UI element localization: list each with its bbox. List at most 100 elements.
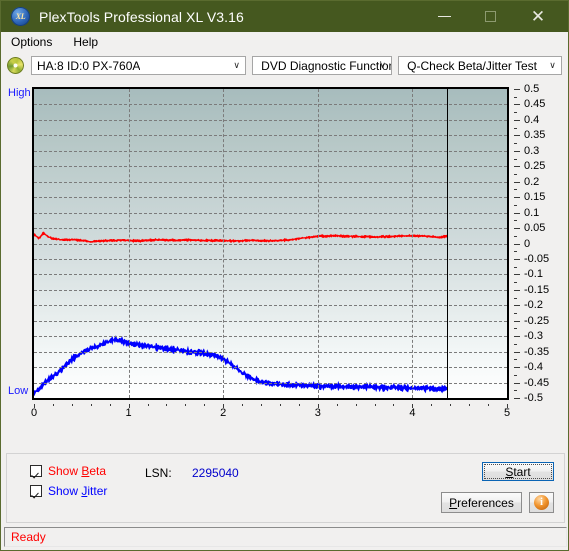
x-axis-tick-mark-minor	[52, 404, 54, 406]
y-axis-tick-mark	[514, 274, 520, 276]
drive-select-value: HA:8 ID:0 PX-760A	[37, 58, 141, 73]
x-axis-tick-label: 2	[220, 407, 227, 419]
y-axis-tick-mark	[514, 166, 520, 168]
start-button-inner: Start	[484, 464, 552, 479]
lsn-label: LSN:	[145, 466, 172, 480]
drive-select[interactable]: HA:8 ID:0 PX-760A ∨	[31, 56, 247, 75]
app-icon: XL	[11, 7, 30, 26]
x-axis-tick-mark	[223, 404, 225, 408]
y-axis-tick-label: 0.15	[524, 191, 546, 204]
y-axis-tick-mark-minor	[514, 204, 517, 206]
y-axis-tick-label: -0.15	[524, 283, 550, 296]
x-axis-tick-label: 0	[30, 407, 38, 419]
start-button[interactable]: Start	[481, 461, 555, 482]
chevron-down-icon: ∨	[549, 60, 556, 70]
x-axis-tick-mark-minor	[147, 404, 149, 406]
y-axis-tick-mark-minor	[514, 189, 517, 191]
y-axis-tick-mark-minor	[514, 235, 517, 237]
y-axis-tick-mark-minor	[514, 374, 517, 376]
y-axis-tick-label: 0.2	[524, 175, 540, 188]
axis-label-low: Low	[8, 385, 29, 397]
y-axis-tick-mark	[514, 351, 520, 353]
x-axis-tick-mark-minor	[450, 404, 452, 406]
y-axis-tick-mark	[514, 305, 520, 307]
x-axis-tick-mark	[34, 404, 35, 408]
y-axis-tick-mark	[514, 119, 520, 121]
maximize-button[interactable]	[470, 1, 510, 32]
y-axis-tick-label: 0.4	[524, 113, 540, 126]
window-title: PlexTools Professional XL V3.16	[39, 8, 244, 25]
x-axis-tick-label: 4	[409, 407, 416, 419]
y-axis-tick-mark-minor	[514, 328, 517, 330]
x-axis-tick-mark-minor	[71, 404, 73, 406]
y-axis-tick-label: 0.35	[524, 129, 546, 142]
y-axis-tick-mark	[514, 367, 520, 369]
x-axis-tick-mark-minor	[374, 404, 376, 406]
preferences-button-label: Preferences	[449, 496, 514, 510]
y-axis-tick-mark	[514, 336, 520, 338]
minimize-button[interactable]	[424, 1, 464, 32]
x-axis-tick-label: 5	[503, 407, 511, 419]
y-axis-tick-mark-minor	[514, 390, 517, 392]
y-axis-tick-mark	[514, 89, 520, 90]
chevron-down-icon: ∨	[233, 60, 240, 70]
chevron-down-icon: ∨	[379, 60, 386, 70]
x-axis-labels: 0 1 2 3 4 5	[30, 404, 511, 424]
y-axis-tick-mark	[514, 150, 520, 152]
y-axis-tick-mark	[514, 228, 520, 230]
x-axis-tick-mark-minor	[279, 404, 281, 406]
y-axis-tick-mark	[514, 104, 520, 106]
app-icon-text: XL	[15, 12, 26, 21]
y-axis-tick-mark	[514, 398, 520, 399]
y-axis-tick-label: 0.5	[524, 83, 540, 95]
lsn-value: 2295040	[192, 466, 239, 480]
function-select-value: DVD Diagnostic Functions	[261, 58, 392, 73]
x-axis-tick-mark-minor	[166, 404, 168, 406]
application-window: XL PlexTools Professional XL V3.16 ✕ Opt…	[0, 0, 569, 551]
close-button[interactable]: ✕	[518, 1, 558, 32]
x-axis-tick-mark-minor	[204, 404, 206, 406]
y-axis-tick-label: 0.1	[524, 206, 540, 219]
x-axis-tick-mark-minor	[469, 404, 471, 406]
y-axis-tick-mark-minor	[514, 297, 517, 299]
y-axis-tick-label: 0.3	[524, 144, 540, 157]
title-bar: XL PlexTools Professional XL V3.16 ✕	[1, 1, 568, 32]
menu-item-options[interactable]: Options	[9, 34, 54, 50]
function-select[interactable]: DVD Diagnostic Functions ∨	[252, 56, 393, 75]
x-axis-tick-mark	[507, 404, 508, 408]
y-axis-tick-label: -0.05	[524, 252, 550, 265]
y-axis-tick-mark-minor	[514, 359, 517, 361]
info-button[interactable]: i	[529, 492, 554, 513]
y-axis-tick-mark-minor	[514, 220, 517, 222]
series-band	[34, 335, 448, 396]
status-bar: Ready	[4, 527, 567, 547]
test-select[interactable]: Q-Check Beta/Jitter Test ∨	[398, 56, 562, 75]
y-axis-tick-mark	[514, 243, 520, 245]
series-jitter	[34, 335, 448, 396]
maximize-icon	[484, 11, 496, 22]
show-jitter-label: Show Jitter	[48, 484, 107, 498]
x-axis-tick-mark-minor	[393, 404, 395, 406]
show-jitter-row[interactable]: Show Jitter	[30, 484, 107, 498]
y-axis-tick-mark-minor	[514, 158, 517, 160]
show-beta-checkbox[interactable]	[30, 465, 42, 477]
y-axis-tick-label: -0.25	[524, 314, 550, 327]
show-jitter-label-pre: Show	[48, 484, 82, 498]
y-axis-tick-mark	[514, 212, 520, 214]
menu-item-help[interactable]: Help	[71, 34, 100, 50]
y-axis-tick-label: -0.3	[524, 330, 543, 343]
y-axis-tick-mark-minor	[514, 143, 517, 145]
show-beta-row[interactable]: Show Beta	[30, 464, 106, 478]
x-axis-tick-mark-minor	[355, 404, 357, 406]
chart-plot-area[interactable]	[32, 87, 509, 400]
preferences-button[interactable]: Preferences	[441, 492, 522, 513]
y-axis-tick-label: 0.25	[524, 160, 546, 173]
show-jitter-checkbox[interactable]	[30, 485, 42, 497]
preferences-button-label-post: references	[457, 495, 514, 510]
y-axis-tick-mark-minor	[514, 313, 517, 315]
x-axis-tick-mark-minor	[242, 404, 244, 406]
y-axis-tick-mark-minor	[514, 251, 517, 253]
toolbar: HA:8 ID:0 PX-760A ∨ DVD Diagnostic Funct…	[1, 52, 568, 79]
x-axis-tick-mark-minor	[185, 404, 187, 406]
show-beta-label: Show Beta	[48, 464, 106, 478]
